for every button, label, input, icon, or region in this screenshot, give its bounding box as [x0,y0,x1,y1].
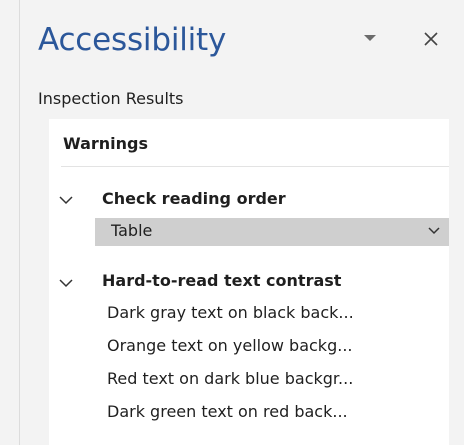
pane-divider [19,0,20,445]
list-item-selected[interactable]: Table [95,218,449,246]
chevron-down-icon [364,35,376,41]
task-pane-options-button[interactable] [355,24,385,54]
collapse-chevron-icon[interactable] [59,279,73,288]
warnings-heading: Warnings [63,134,149,153]
list-item[interactable]: Orange text on yellow backg... [107,336,352,355]
pane-title: Accessibility [38,22,227,58]
collapse-chevron-icon[interactable] [59,196,73,205]
close-icon [424,32,438,46]
close-pane-button[interactable] [418,22,446,54]
list-item[interactable]: Dark green text on red back... [107,402,348,421]
warnings-divider [61,166,449,167]
group-hard-to-read-text-contrast[interactable]: Hard-to-read text contrast [102,271,341,290]
list-item[interactable]: Red text on dark blue backgr... [107,369,353,388]
accessibility-pane: Accessibility Inspection Results Warning… [0,0,464,445]
inspection-results-label: Inspection Results [38,89,184,108]
group-check-reading-order[interactable]: Check reading order [102,189,286,208]
list-item[interactable]: Dark gray text on black back... [107,303,354,322]
list-item-label: Table [111,221,153,240]
chevron-down-icon[interactable] [428,227,440,235]
